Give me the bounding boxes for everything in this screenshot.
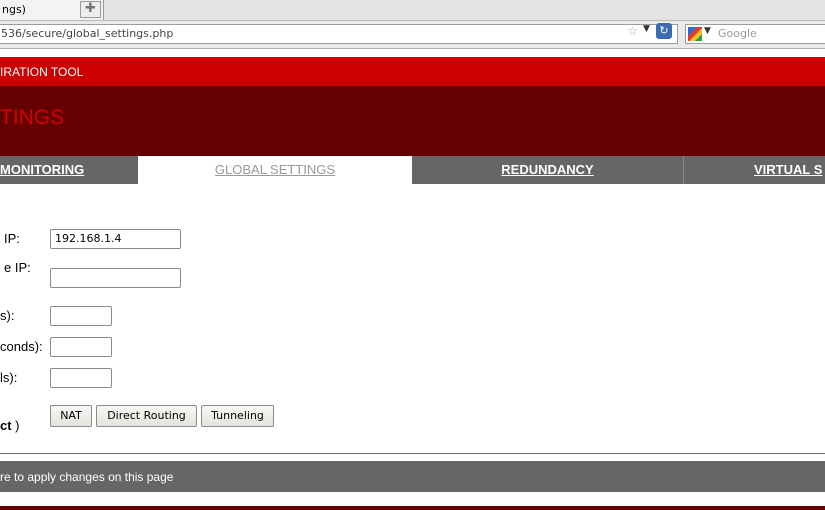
tab-global-settings-label: GLOBAL SETTINGS: [214, 162, 336, 177]
interval-input-3[interactable]: [50, 368, 112, 388]
primary-ip-value: 192.168.1.4: [55, 232, 122, 245]
main-nav: MONITORING GLOBAL SETTINGS REDUNDANCY VI…: [0, 156, 825, 184]
tab-monitoring[interactable]: MONITORING: [0, 156, 138, 184]
interval-label-3: ls):: [0, 370, 18, 385]
bookmark-star-icon[interactable]: ☆: [627, 24, 638, 38]
search-engine-dropdown-icon[interactable]: ▼: [704, 26, 711, 36]
tab-monitoring-label: MONITORING: [0, 162, 85, 177]
page-title-bar: TINGS: [0, 86, 825, 156]
search-placeholder: Google: [718, 27, 757, 40]
primary-ip-label: IP:: [4, 231, 20, 246]
tool-name: IRATION TOOL: [0, 65, 84, 79]
tab-global-settings[interactable]: GLOBAL SETTINGS: [138, 156, 412, 184]
search-input[interactable]: ▼ Google: [685, 24, 825, 44]
tunneling-button[interactable]: Tunneling: [201, 405, 274, 427]
nat-button[interactable]: NAT: [50, 405, 92, 427]
routing-method-suffix: ): [11, 418, 20, 433]
tab-virtual-servers[interactable]: VIRTUAL S: [683, 156, 825, 184]
url-input[interactable]: 536/secure/global_settings.php: [0, 24, 678, 44]
tab-redundancy[interactable]: REDUNDANCY: [412, 156, 683, 184]
tunneling-button-label: Tunneling: [211, 409, 264, 422]
url-text: 536/secure/global_settings.php: [1, 27, 174, 40]
apply-link[interactable]: re to apply changes on this page: [0, 470, 173, 484]
search-engine-logo-icon[interactable]: [688, 27, 702, 41]
new-tab-label: ✚: [85, 1, 96, 16]
browser-tab-strip: ngs) ✚: [0, 0, 825, 21]
secondary-ip-input[interactable]: [50, 268, 181, 288]
apply-bar: re to apply changes on this page: [0, 461, 825, 492]
browser-tab-title: ngs): [2, 3, 26, 16]
browser-nav-bar: 536/secure/global_settings.php ☆ ▼ ↻ ▼ G…: [0, 21, 825, 49]
tab-virtual-servers-label: VIRTUAL S: [754, 162, 823, 177]
nat-button-label: NAT: [60, 409, 82, 422]
footer-band: [0, 506, 825, 510]
secondary-ip-label: e IP:: [4, 260, 31, 275]
tool-name-bar: IRATION TOOL: [0, 57, 825, 86]
page-title: TINGS: [0, 106, 65, 129]
tab-redundancy-label: REDUNDANCY: [501, 162, 594, 177]
interval-label-1: s):: [0, 308, 15, 323]
divider: [0, 453, 825, 454]
interval-label-2: conds):: [0, 339, 43, 354]
routing-method-bold: ct: [0, 418, 12, 433]
interval-input-1[interactable]: [50, 306, 112, 326]
new-tab-icon[interactable]: ✚: [80, 1, 101, 18]
primary-ip-input[interactable]: 192.168.1.4: [50, 229, 181, 249]
direct-routing-button-label: Direct Routing: [107, 409, 186, 422]
routing-method-label: ct ): [0, 418, 20, 433]
interval-input-2[interactable]: [50, 337, 112, 357]
reload-icon[interactable]: ↻: [656, 23, 672, 39]
url-dropdown-icon[interactable]: ▼: [643, 24, 650, 34]
direct-routing-button[interactable]: Direct Routing: [96, 405, 197, 427]
